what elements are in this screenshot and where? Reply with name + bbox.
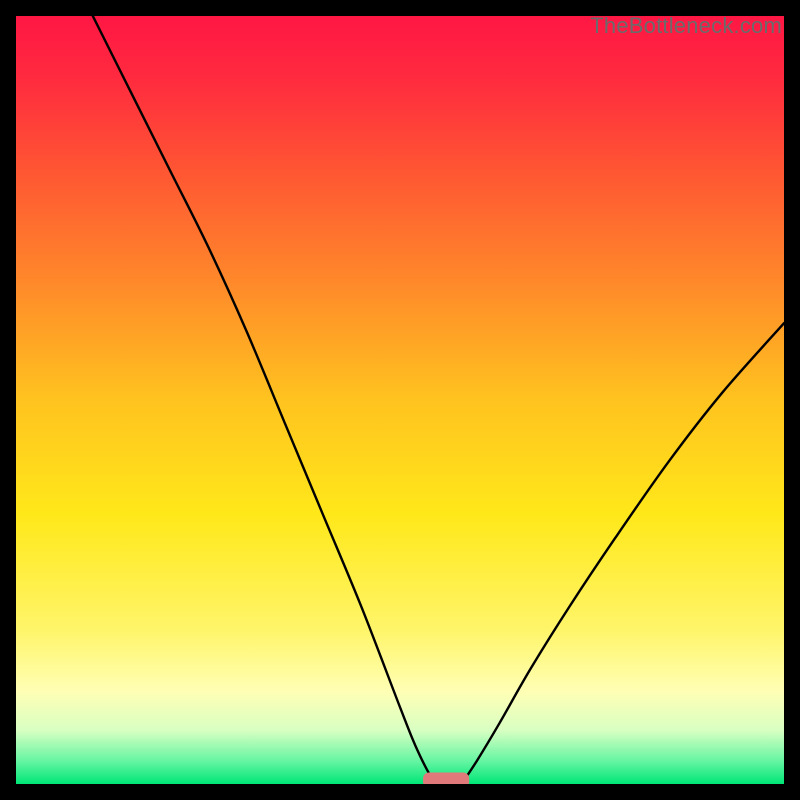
- gradient-background: [16, 16, 784, 784]
- chart-svg: [16, 16, 784, 784]
- bottom-marker: [423, 772, 469, 784]
- plot-area: TheBottleneck.com: [16, 16, 784, 784]
- outer-frame: TheBottleneck.com: [0, 0, 800, 800]
- watermark-text: TheBottleneck.com: [590, 16, 782, 39]
